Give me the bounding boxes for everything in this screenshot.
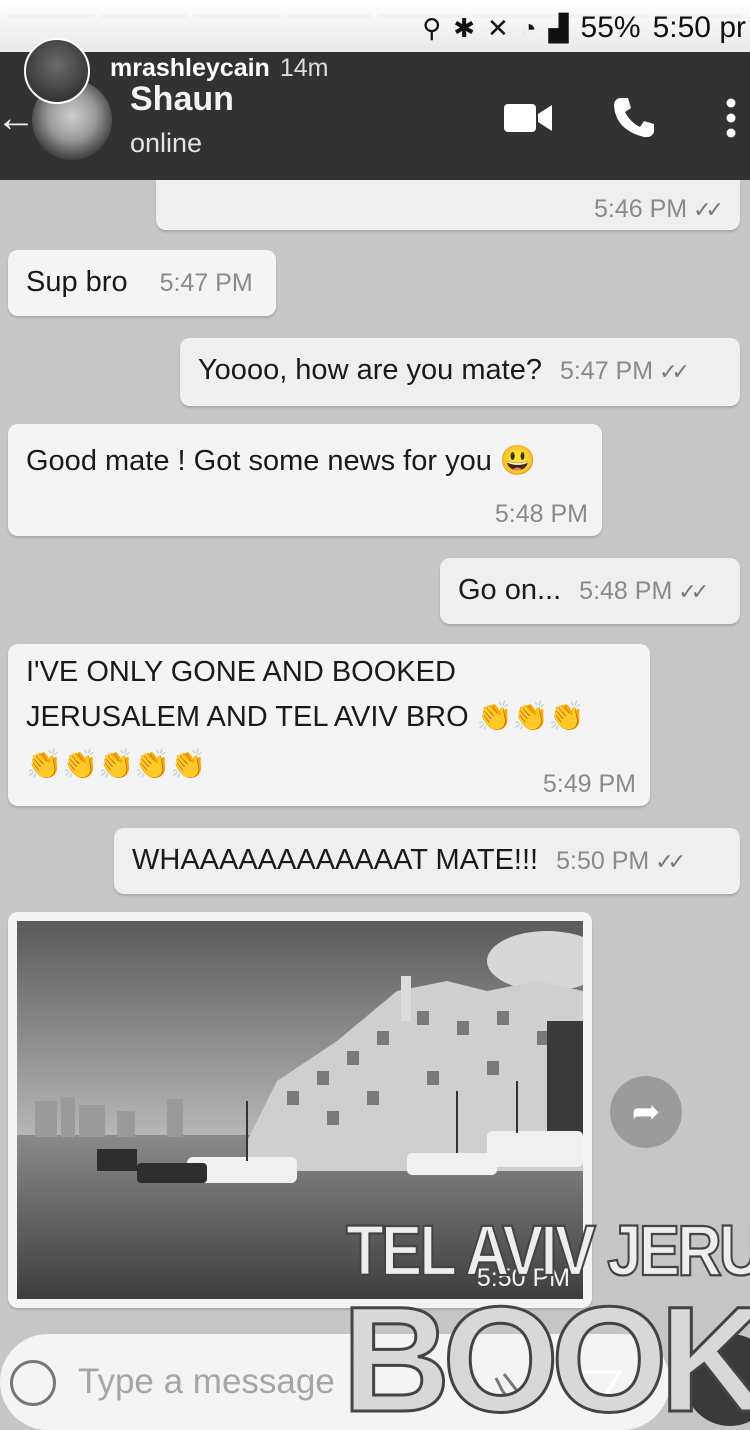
forward-icon[interactable]: ➦ — [610, 1076, 682, 1148]
status-icons: ⚲ ✱ ✕ ◔ ▟ 55% 5:50 pr — [422, 8, 750, 48]
story-username: mrashleycain — [110, 54, 270, 82]
battery-level: 55% — [580, 11, 641, 44]
phone-call-icon[interactable] — [612, 96, 658, 140]
signal-icon: ▟ — [548, 12, 569, 43]
story-user[interactable]: mrashleycain 14m — [110, 54, 328, 83]
message-text: WHAAAAAAAAAAAAT MATE!!! — [132, 844, 539, 876]
read-ticks-icon: ✓✓ — [659, 359, 690, 384]
more-options-icon[interactable] — [724, 98, 738, 138]
message-bubble-outgoing[interactable]: Go on... 5:48 PM ✓✓ — [440, 558, 740, 624]
message-time: 5:48 PM — [494, 500, 588, 528]
message-text: Go on... — [458, 574, 562, 606]
message-text-line: I'VE ONLY GONE AND BOOKED — [26, 656, 456, 688]
bluetooth-icon: ✱ — [453, 12, 476, 43]
contact-status: online — [130, 128, 203, 158]
read-ticks-icon: ✓✓ — [655, 849, 686, 874]
message-time: 5:47 PM — [559, 357, 654, 385]
message-bubble-incoming[interactable]: Sup bro 5:47 PM — [8, 250, 276, 316]
mute-icon: ✕ — [487, 12, 509, 43]
message-text: Sup bro — [26, 266, 128, 298]
message-bubble-incoming[interactable]: I'VE ONLY GONE AND BOOKED JERUSALEM AND … — [8, 644, 650, 806]
message-time: 5:46 PM — [594, 195, 688, 223]
message-bubble-incoming[interactable]: Good mate ! Got some news for you 😃 5:48… — [8, 424, 602, 536]
back-arrow-icon[interactable]: ← — [0, 96, 36, 141]
story-user-avatar[interactable] — [24, 38, 90, 104]
message-time: 5:47 PM — [159, 269, 253, 297]
message-bubble-outgoing[interactable]: Yoooo, how are you mate? 5:47 PM ✓✓ — [180, 338, 740, 406]
story-overlay-booked: BOOKED — [340, 1275, 750, 1430]
story-screen: ⚲ ✱ ✕ ◔ ▟ 55% 5:50 pr ← mrashleycain 14m … — [0, 0, 750, 1430]
location-icon: ⚲ — [422, 12, 442, 43]
message-time: 5:49 PM — [542, 770, 636, 798]
story-age: 14m — [279, 54, 329, 82]
message-bubble-outgoing[interactable]: WHAAAAAAAAAAAAT MATE!!! 5:50 PM ✓✓ — [114, 828, 740, 894]
read-ticks-icon: ✓✓ — [693, 197, 724, 222]
emoji-icon[interactable] — [10, 1360, 56, 1406]
message-bubble-outgoing[interactable]: 5:46 PM ✓✓ — [156, 180, 740, 230]
message-time: 5:50 PM — [556, 847, 650, 875]
contact-name[interactable]: Shaun — [130, 80, 234, 119]
message-text-line: 👏👏👏👏👏 — [26, 749, 207, 781]
message-time: 5:48 PM — [579, 577, 673, 605]
message-text: Good mate ! Got some news for you 😃 — [26, 445, 536, 477]
clock: 5:50 pr — [652, 11, 746, 44]
video-call-icon[interactable] — [504, 102, 552, 134]
read-ticks-icon: ✓✓ — [678, 579, 709, 604]
message-text-line: JERUSALEM AND TEL AVIV BRO 👏👏👏 — [26, 701, 586, 733]
wifi-icon: ◔ — [520, 12, 537, 43]
message-text: Yoooo, how are you mate? — [198, 354, 542, 386]
message-input[interactable]: Type a message — [78, 1362, 335, 1402]
